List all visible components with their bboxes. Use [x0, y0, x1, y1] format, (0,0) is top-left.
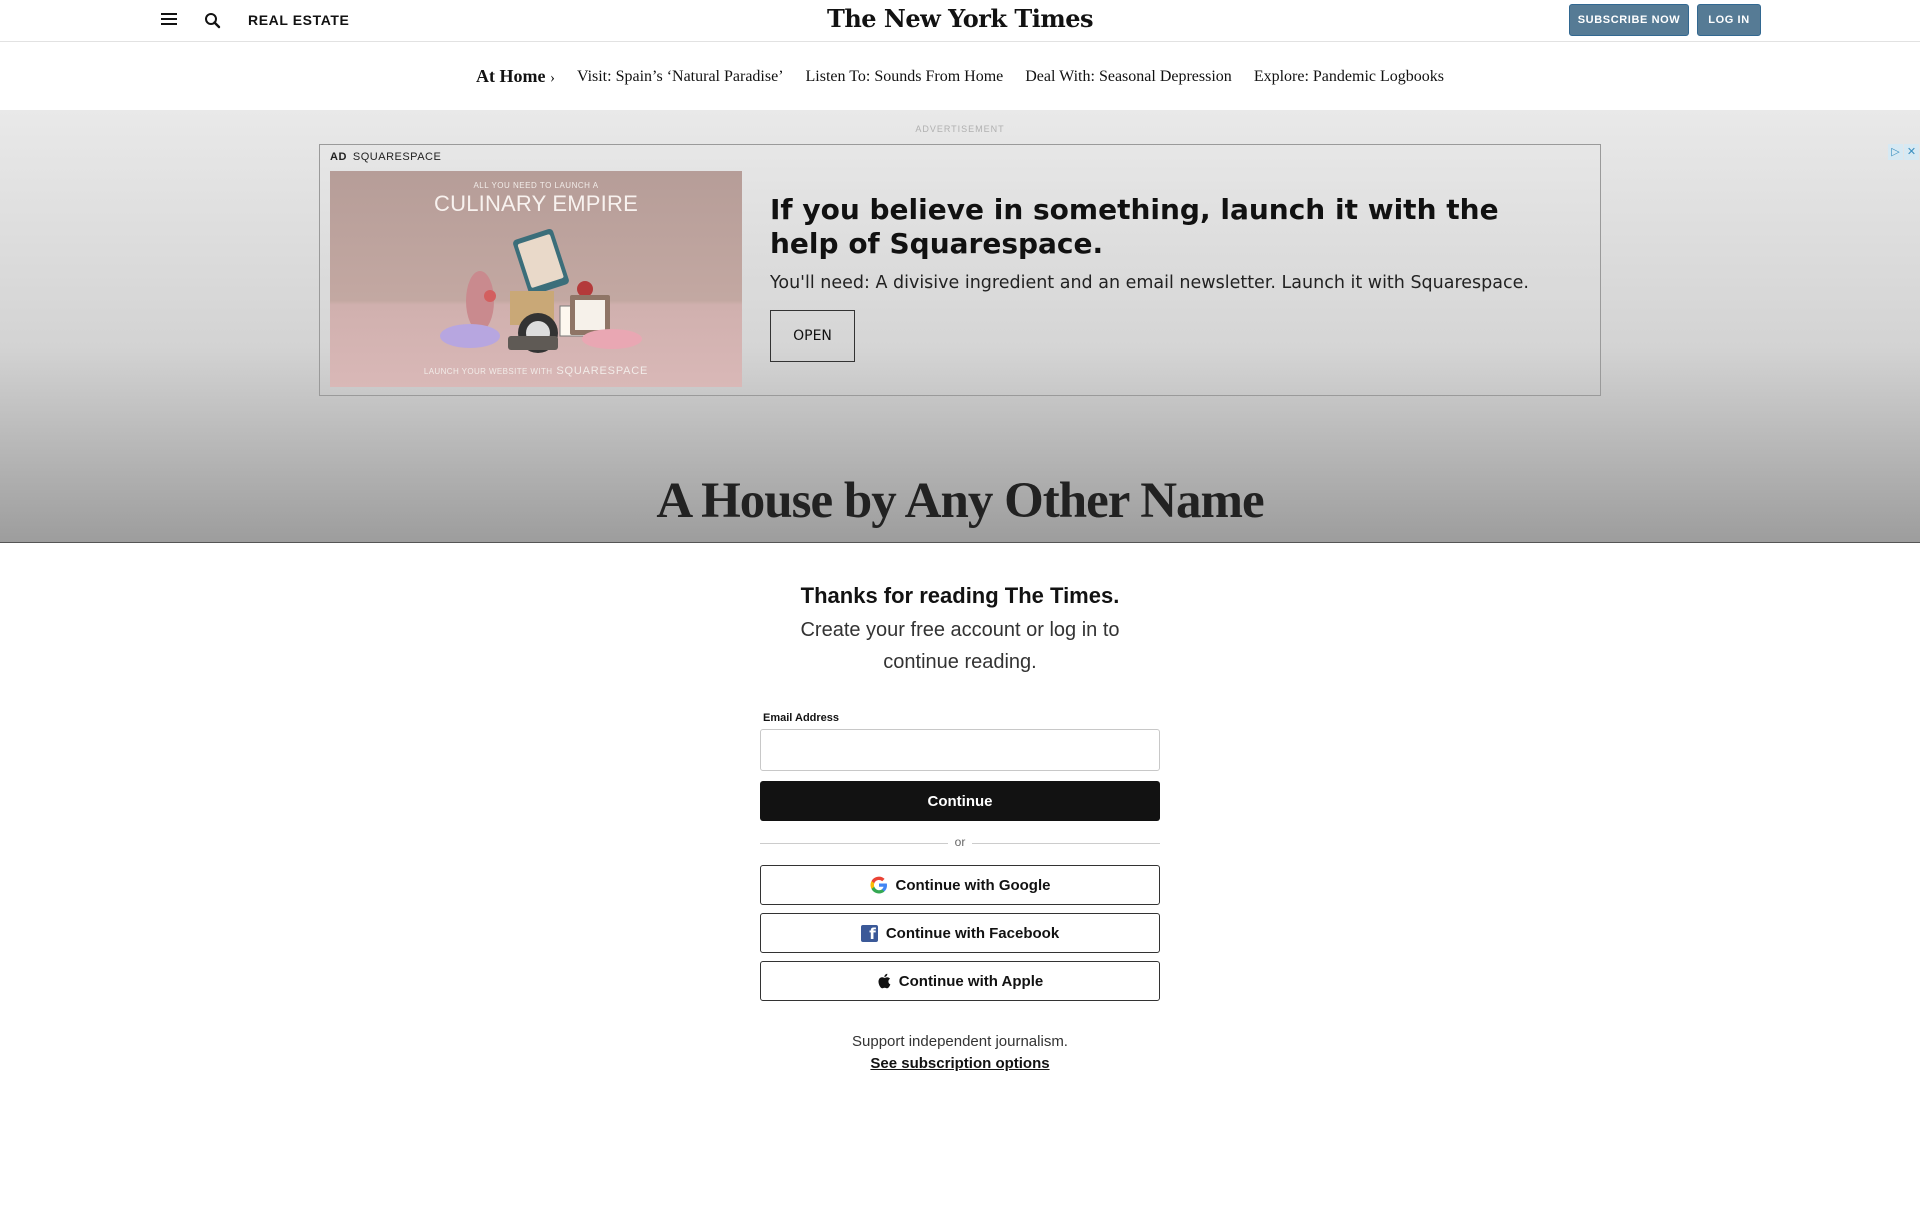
facebook-icon: f: [860, 924, 878, 942]
close-x-icon[interactable]: ✕: [1904, 144, 1919, 160]
gate-subtitle: Create your free account or log in to co…: [800, 619, 1120, 673]
gate-title: Thanks for reading The Times.: [800, 583, 1120, 608]
divider-line: [972, 843, 1160, 844]
continue-with-facebook-button[interactable]: f Continue with Facebook: [760, 913, 1160, 953]
subscription-options-link[interactable]: See subscription options: [0, 1055, 1920, 1072]
squarespace-logo: SQUARESPACE: [556, 365, 649, 377]
ad-advertiser: SQUARESPACE: [352, 151, 442, 163]
subnav-item-explore[interactable]: Explore: Pandemic Logbooks: [1254, 68, 1444, 86]
subnav-at-home[interactable]: At Home ›: [476, 66, 555, 87]
apple-button-label: Continue with Apple: [898, 972, 1044, 990]
or-label: or: [954, 835, 966, 849]
masthead: REAL ESTATE The New York Times SUBSCRIBE…: [0, 0, 1920, 42]
kitchen-props-illustration: [440, 228, 642, 353]
ad-image[interactable]: ALL YOU NEED TO LAUNCH A CULINARY EMPIRE…: [330, 171, 742, 387]
or-divider: or: [760, 835, 1160, 851]
ad-unit[interactable]: AD SQUARESPACE ALL YOU NEED TO LAUNCH A C…: [319, 144, 1601, 396]
facebook-button-label: Continue with Facebook: [885, 924, 1060, 942]
article-header-band: ADVERTISEMENT ▷ ✕ AD SQUARESPACE ALL YOU …: [0, 110, 1920, 543]
email-label: Email Address: [763, 712, 840, 724]
continue-button[interactable]: Continue: [760, 781, 1160, 821]
article-title: A House by Any Other Name: [656, 473, 1264, 529]
subnav-item-visit[interactable]: Visit: Spain’s ‘Natural Paradise’: [577, 68, 784, 86]
ad-badge: AD: [330, 151, 347, 163]
ad-tag: AD SQUARESPACE: [330, 151, 441, 163]
login-button[interactable]: LOG IN: [1697, 4, 1761, 36]
subscribe-button[interactable]: SUBSCRIBE NOW: [1569, 4, 1689, 36]
ad-image-footer-text: LAUNCH YOUR WEBSITE WITH: [423, 367, 553, 376]
ad-image-footer: LAUNCH YOUR WEBSITE WITH SQUARESPACE: [330, 365, 742, 377]
subnav-at-home-label: At Home: [475, 66, 546, 86]
apple-icon: [878, 973, 891, 989]
google-button-label: Continue with Google: [895, 876, 1051, 894]
ad-body: You'll need: A divisive ingredient and a…: [770, 273, 1529, 293]
adchoices[interactable]: ▷ ✕: [1888, 144, 1920, 160]
play-triangle-icon[interactable]: ▷: [1888, 144, 1903, 160]
chevron-right-icon: ›: [549, 70, 555, 86]
section-subnav: At Home › Visit: Spain’s ‘Natural Paradi…: [0, 43, 1920, 110]
subnav-item-deal[interactable]: Deal With: Seasonal Depression: [1025, 68, 1232, 86]
continue-with-apple-button[interactable]: Continue with Apple: [760, 961, 1160, 1001]
support-text: Support independent journalism.: [852, 1033, 1068, 1050]
subnav-item-listen[interactable]: Listen To: Sounds From Home: [806, 68, 1004, 86]
google-icon: [870, 876, 887, 894]
email-field[interactable]: [760, 729, 1160, 771]
continue-with-google-button[interactable]: Continue with Google: [760, 865, 1160, 905]
ad-open-button[interactable]: OPEN: [770, 310, 855, 362]
ad-headline[interactable]: If you believe in something, launch it w…: [770, 193, 1550, 261]
advertisement-label: ADVERTISEMENT: [915, 124, 1005, 134]
